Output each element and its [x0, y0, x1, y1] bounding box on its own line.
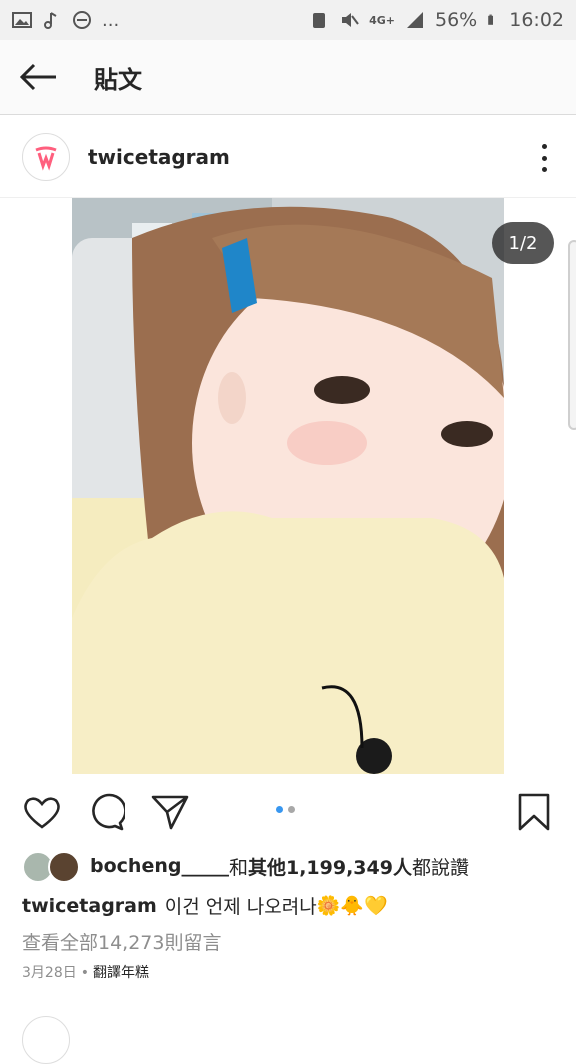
post-date: 3月28日	[22, 965, 77, 981]
avatar[interactable]	[22, 132, 70, 181]
signal-icon	[407, 12, 423, 28]
image-counter: 1/2	[492, 222, 554, 264]
mute-icon	[342, 13, 359, 27]
caption: twicetagram 이건 언제 나오려나 🌼🐥💛	[22, 892, 388, 919]
carousel-dot-active	[276, 806, 283, 813]
back-button[interactable]	[18, 57, 58, 97]
edge-panel-handle[interactable]	[568, 240, 576, 430]
likes-suffix: 都說讚	[411, 856, 469, 879]
battery-percent: 56%	[435, 9, 478, 31]
view-all-comments-link[interactable]: 查看全部14,273則留言	[22, 928, 221, 955]
do-not-disturb-icon	[73, 11, 91, 29]
clock: 16:02	[509, 9, 564, 31]
recycle-icon	[313, 13, 326, 28]
comment-icon	[92, 793, 125, 831]
music-note-icon	[44, 12, 57, 29]
likes-summary[interactable]: bocheng_____ 和 其他1,199,349人 都說讚	[22, 850, 469, 883]
likes-connector: 和	[228, 856, 248, 879]
status-bar: ... 4G+ 56% 16:02	[0, 0, 576, 40]
avatar	[48, 851, 80, 883]
carousel-indicator	[276, 806, 295, 813]
post-date-row: 3月28日 • 翻譯年糕	[22, 962, 149, 982]
share-button[interactable]	[150, 792, 190, 832]
liker-username[interactable]: bocheng_____	[90, 855, 229, 877]
liker-avatars	[22, 851, 82, 883]
network-type: 4G+	[369, 13, 395, 27]
caption-emojis: 🌼🐥💛	[316, 895, 388, 917]
bookmark-icon	[518, 793, 550, 831]
portrait-illustration	[72, 198, 504, 774]
post-username[interactable]: twicetagram	[88, 145, 230, 169]
caption-text: 이건 언제 나오려나	[164, 896, 317, 918]
post-photo[interactable]	[72, 198, 504, 774]
separator: •	[80, 965, 89, 981]
post-header: twicetagram	[0, 116, 576, 198]
caption-username[interactable]: twicetagram	[22, 895, 157, 917]
likes-count[interactable]: 其他1,199,349人	[248, 853, 412, 880]
arrow-left-icon	[19, 63, 56, 91]
heart-icon	[24, 797, 60, 829]
app-bar: 貼文	[0, 40, 576, 115]
save-button[interactable]	[514, 792, 554, 832]
comment-button[interactable]	[86, 792, 126, 832]
post-actions	[0, 774, 576, 848]
carousel-dot	[288, 806, 295, 813]
like-button[interactable]	[22, 792, 62, 832]
twice-logo-icon	[35, 146, 57, 171]
send-icon	[151, 795, 189, 830]
status-ellipsis: ...	[102, 9, 120, 31]
more-options-icon[interactable]	[540, 144, 548, 172]
battery-icon	[488, 14, 494, 25]
next-post-avatar[interactable]	[22, 1016, 70, 1064]
page-title: 貼文	[94, 65, 142, 94]
translate-link[interactable]: 翻譯年糕	[93, 965, 149, 981]
image-icon	[12, 12, 32, 28]
